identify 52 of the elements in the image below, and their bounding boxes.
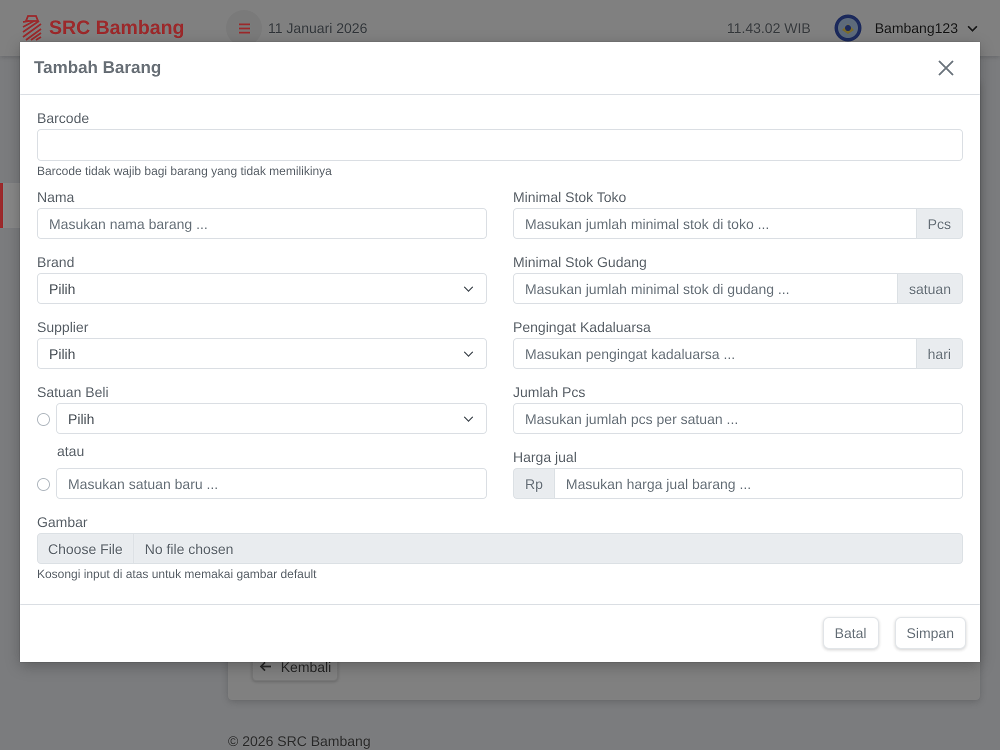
menu-icon: [238, 22, 250, 34]
chevron-down-icon: [463, 416, 474, 422]
chevron-down-icon: [463, 350, 474, 356]
arrow-left-icon: [258, 661, 272, 672]
dropdown[interactable]: Pilih: [56, 403, 487, 434]
time-text: 11.43.02 WIB: [726, 20, 811, 36]
dialog-button[interactable]: Batal: [822, 617, 879, 649]
file-status-text: No file chosen: [144, 540, 234, 558]
radio-button[interactable]: [37, 413, 50, 426]
field-label: Barcode: [37, 109, 90, 128]
input-field[interactable]: Masukan harga jual barang ...: [554, 468, 963, 499]
unit-addon: hari: [916, 338, 963, 369]
input-field[interactable]: Masukan jumlah minimal stok di toko ...: [513, 208, 917, 239]
help-text: Kosongi input di atas untuk memakai gambar default: [37, 566, 316, 582]
help-text: Barcode tidak wajib bagi barang yang tidak memilikinya: [37, 163, 332, 179]
dialog-button[interactable]: Simpan: [894, 617, 966, 649]
sidebar-item[interactable]: [0, 183, 20, 228]
currency-addon: Rp: [513, 468, 554, 499]
file-input[interactable]: Choose File No file chosen: [37, 533, 963, 564]
input-field[interactable]: Masukan pengingat kadaluarsa ...: [513, 338, 917, 369]
modal-title: Tambah Barang: [34, 58, 162, 78]
close-button[interactable]: [938, 60, 954, 76]
input-field[interactable]: [37, 129, 963, 161]
radio-button[interactable]: [37, 478, 50, 491]
chevron-down-icon: [967, 24, 978, 32]
unit-addon: satuan: [898, 273, 963, 304]
input-field[interactable]: Masukan satuan baru ...: [56, 468, 487, 499]
chevron-down-icon: [463, 286, 474, 292]
date-text: 11 Januari 2026: [268, 20, 368, 36]
field-label: Nama: [37, 188, 74, 207]
field-label: Jumlah Pcs: [513, 383, 586, 402]
input-field[interactable]: Masukan jumlah minimal stok di gudang ...: [513, 273, 898, 304]
brand-name: SRC Bambang: [49, 16, 184, 40]
emblem-icon: [834, 14, 862, 42]
field-label: Brand: [37, 253, 74, 272]
field-label: Gambar: [37, 513, 88, 532]
logo-icon: [22, 15, 42, 41]
field-label: Minimal Stok Gudang: [513, 253, 647, 272]
input-field[interactable]: Masukan nama barang ...: [37, 208, 487, 239]
copyright-text: © 2026 SRC Bambang: [228, 733, 371, 749]
field-label: Supplier: [37, 318, 88, 337]
input-field[interactable]: Masukan jumlah pcs per satuan ...: [513, 403, 963, 434]
field-label: Satuan Beli: [37, 383, 109, 402]
user-menu-button[interactable]: Bambang123: [874, 20, 978, 36]
field-label: Harga jual: [513, 448, 577, 467]
close-icon: [938, 60, 954, 76]
field-label: Minimal Stok Toko: [513, 188, 626, 207]
dropdown[interactable]: Pilih: [37, 273, 487, 304]
separator-text: atau: [57, 442, 84, 461]
dropdown[interactable]: Pilih: [37, 338, 487, 369]
field-label: Pengingat Kadaluarsa: [513, 318, 651, 337]
unit-addon: Pcs: [916, 208, 963, 239]
